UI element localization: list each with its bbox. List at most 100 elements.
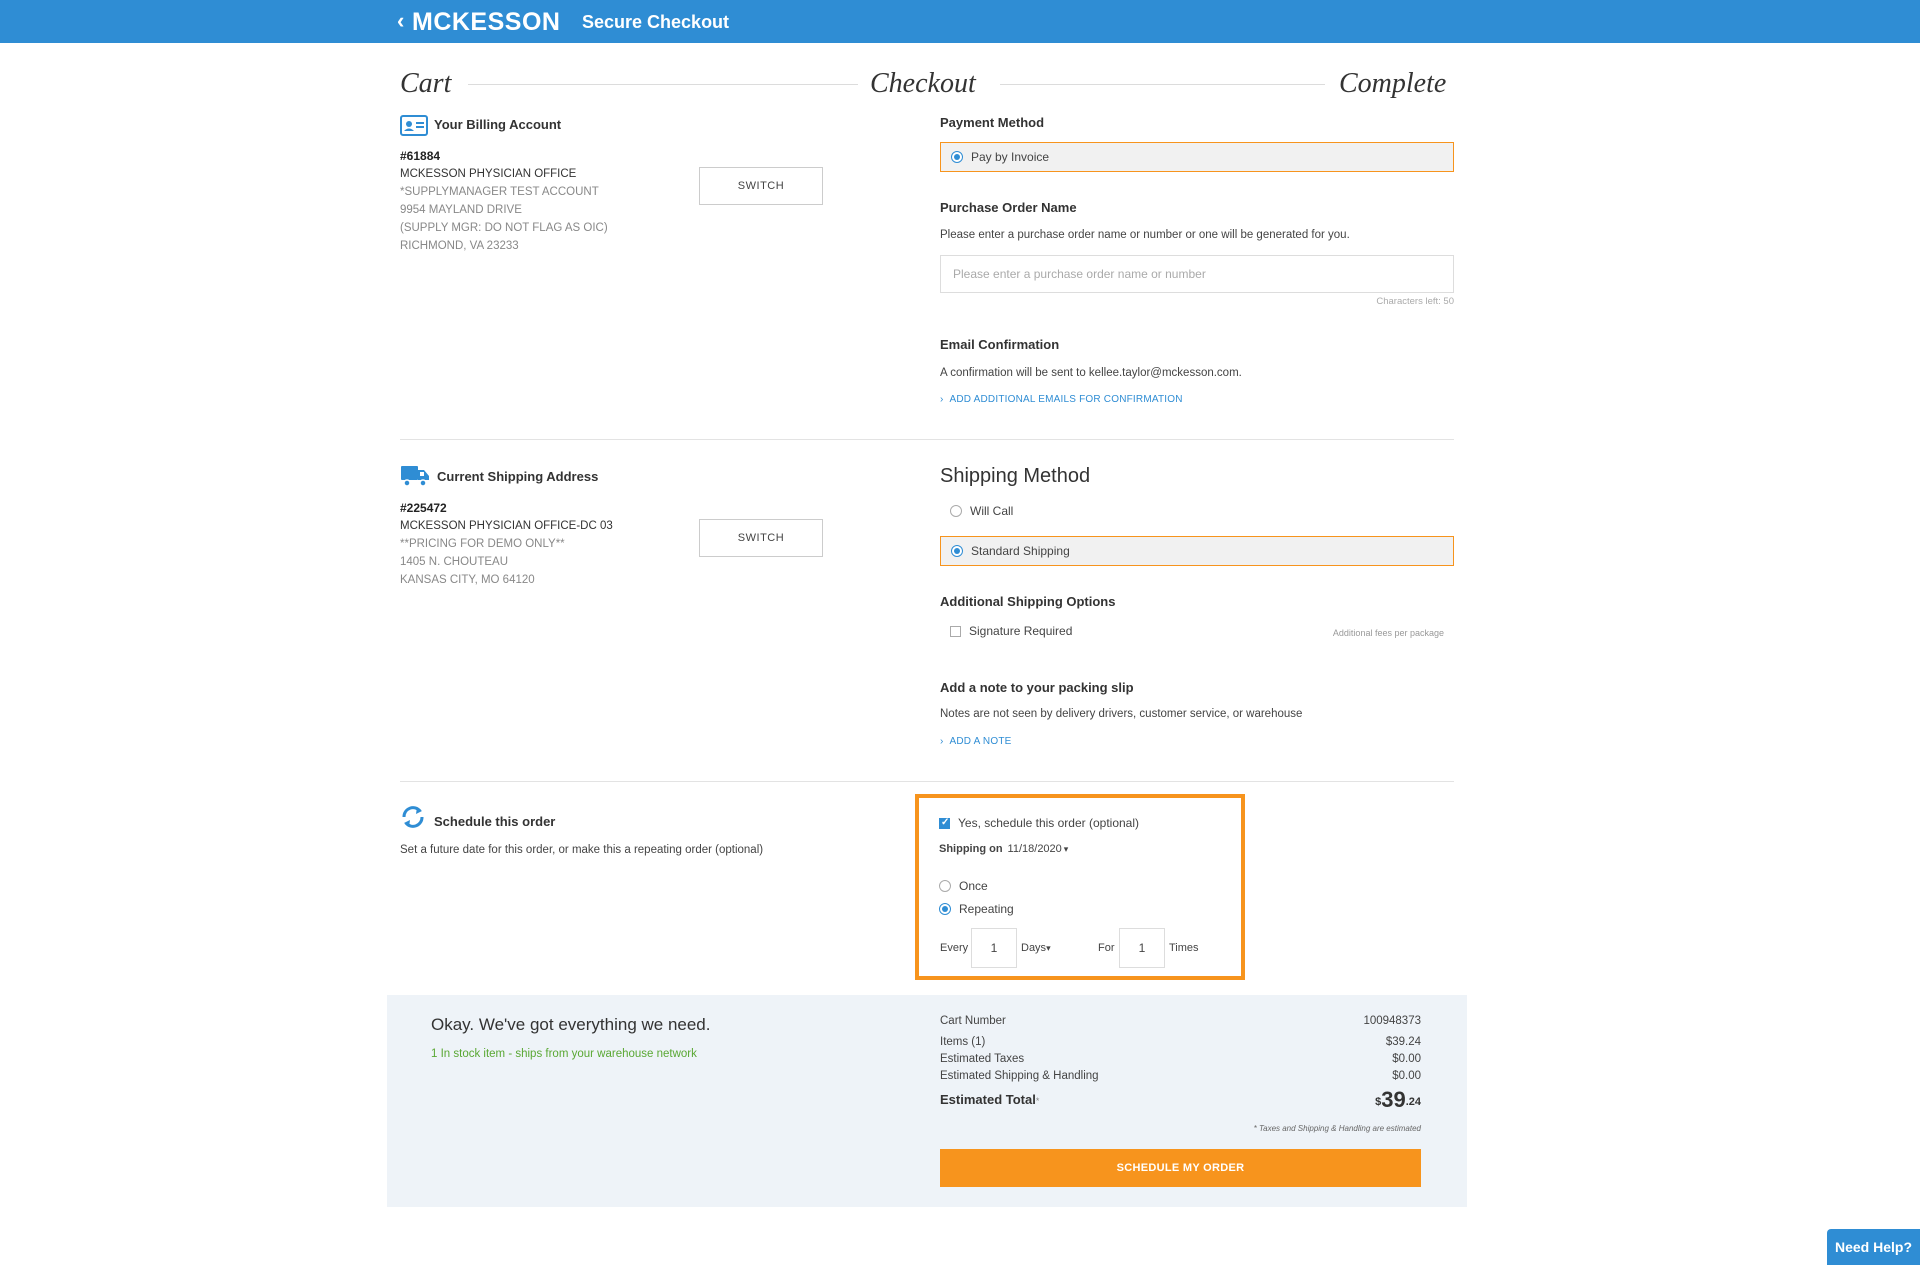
billing-line: *SUPPLYMANAGER TEST ACCOUNT: [400, 186, 599, 198]
for-label: For: [1098, 942, 1115, 954]
payment-option-label: Pay by Invoice: [971, 150, 1050, 164]
step-checkout: Checkout: [870, 68, 976, 99]
billing-account-number: #61884: [400, 149, 441, 163]
billing-line: MCKESSON PHYSICIAN OFFICE: [400, 168, 577, 180]
total-currency: $: [1375, 1096, 1382, 1108]
billing-line: RICHMOND, VA 23233: [400, 240, 519, 252]
estimated-total: Estimated Total* $39.24: [940, 1088, 1421, 1112]
mckesson-logo[interactable]: MCKESSON: [412, 8, 560, 36]
add-note-link[interactable]: › ADD A NOTE: [940, 735, 1012, 749]
summary-row: Items (1) $39.24: [940, 1034, 1421, 1050]
summary-row-value: 100948373: [1363, 1015, 1421, 1027]
refresh-icon: [400, 804, 426, 835]
truck-icon: [400, 464, 430, 493]
packing-slip-title: Add a note to your packing slip: [940, 680, 1134, 695]
step-cart: Cart: [400, 68, 452, 99]
email-text: A confirmation will be sent to kellee.ta…: [940, 367, 1242, 379]
billing-title: Your Billing Account: [434, 117, 562, 132]
times-label: Times: [1169, 942, 1199, 954]
top-bar: ‹ MCKESSON Secure Checkout: [0, 0, 1920, 43]
summary-row-value: $39.24: [1385, 1036, 1421, 1048]
radio-icon[interactable]: [950, 505, 962, 517]
payment-option-invoice[interactable]: Pay by Invoice: [940, 142, 1454, 172]
every-label: Every: [940, 942, 969, 954]
shipping-line: MCKESSON PHYSICIAN OFFICE-DC 03: [400, 520, 613, 532]
estimate-footnote: * Taxes and Shipping & Handling are esti…: [1253, 1124, 1421, 1133]
radio-selected-icon[interactable]: [951, 545, 963, 557]
shipping-option-standard[interactable]: Standard Shipping: [940, 536, 1454, 566]
radio-icon[interactable]: [939, 880, 951, 892]
switch-billing-button[interactable]: SWITCH: [699, 167, 823, 205]
shipping-option-label: Will Call: [970, 504, 1014, 518]
po-title: Purchase Order Name: [940, 200, 1077, 215]
shipping-account-number: #225472: [400, 501, 447, 515]
schedule-subtitle: Set a future date for this order, or mak…: [400, 844, 764, 856]
radio-selected-icon[interactable]: [939, 903, 951, 915]
schedule-yes-label: Yes, schedule this order (optional): [958, 816, 1139, 830]
step-divider: [468, 84, 858, 85]
additional-shipping-title: Additional Shipping Options: [940, 594, 1116, 609]
page-title: Secure Checkout: [582, 12, 730, 32]
summary-row-label: Estimated Shipping & Handling: [940, 1070, 1099, 1082]
interval-unit-select[interactable]: Days▾: [1021, 941, 1051, 955]
schedule-repeating-option[interactable]: Repeating: [939, 902, 1014, 916]
summary-heading: Okay. We've got everything we need.: [431, 1015, 711, 1034]
schedule-once-option[interactable]: Once: [939, 879, 988, 893]
shipping-on-row: Shipping on 11/18/2020 ▾: [939, 843, 1068, 855]
schedule-title: Schedule this order: [434, 814, 556, 829]
shipping-method-title: Shipping Method: [940, 465, 1091, 487]
for-count-input[interactable]: [1119, 928, 1165, 968]
payment-method-title: Payment Method: [940, 115, 1045, 130]
schedule-repeating-label: Repeating: [959, 902, 1014, 916]
total-cents: .24: [1405, 1096, 1421, 1108]
summary-row: Cart Number 100948373: [940, 1013, 1421, 1029]
billing-address: #61884 MCKESSON PHYSICIAN OFFICE *SUPPLY…: [400, 147, 608, 255]
summary-row-value: $0.00: [1392, 1070, 1421, 1082]
po-help-text: Please enter a purchase order name or nu…: [940, 229, 1350, 241]
summary-row-value: $0.00: [1392, 1053, 1421, 1065]
schedule-once-label: Once: [959, 879, 988, 893]
add-emails-link-label[interactable]: ADD ADDITIONAL EMAILS FOR CONFIRMATION: [950, 394, 1183, 405]
add-note-link-label[interactable]: ADD A NOTE: [950, 736, 1012, 747]
signature-required-option[interactable]: Signature Required: [950, 624, 1072, 638]
total-marker: *: [1035, 1096, 1040, 1106]
every-interval-input[interactable]: [971, 928, 1017, 968]
summary-row-label: Cart Number: [940, 1015, 1006, 1027]
chevron-down-icon[interactable]: ▾: [1046, 943, 1051, 953]
chevron-left-icon[interactable]: ‹: [397, 9, 404, 33]
chevron-down-icon[interactable]: ▾: [1064, 844, 1069, 855]
interval-unit-value[interactable]: Days: [1021, 942, 1046, 954]
switch-shipping-button[interactable]: SWITCH: [699, 519, 823, 557]
radio-selected-icon[interactable]: [951, 151, 963, 163]
checkbox-checked-icon[interactable]: [939, 817, 950, 829]
step-divider: [1000, 84, 1325, 85]
summary-row-label: Estimated Taxes: [940, 1053, 1025, 1065]
billing-line: 9954 MAYLAND DRIVE: [400, 204, 522, 216]
summary-row: Estimated Taxes $0.00: [940, 1051, 1421, 1067]
shipping-option-label: Standard Shipping: [971, 544, 1070, 558]
packing-slip-text: Notes are not seen by delivery drivers, …: [940, 708, 1303, 720]
shipping-line: 1405 N. CHOUTEAU: [400, 556, 509, 568]
schedule-yes-option[interactable]: Yes, schedule this order (optional): [939, 816, 1139, 830]
total-dollars: 39: [1381, 1087, 1406, 1112]
shipping-on-date-select[interactable]: 11/18/2020: [1008, 843, 1062, 855]
billing-line: (SUPPLY MGR: DO NOT FLAG AS OIC): [400, 222, 608, 234]
stock-note: 1 In stock item - ships from your wareho…: [431, 1048, 697, 1060]
total-label: Estimated Total: [940, 1092, 1036, 1107]
shipping-line: **PRICING FOR DEMO ONLY**: [400, 538, 565, 550]
shipping-option-will-call[interactable]: Will Call: [950, 504, 1013, 518]
summary-row-label: Items (1): [940, 1036, 986, 1048]
signature-required-label: Signature Required: [969, 624, 1073, 638]
po-chars-left: Characters left: 50: [1376, 296, 1454, 307]
schedule-my-order-button[interactable]: SCHEDULE MY ORDER: [940, 1149, 1421, 1187]
add-emails-link[interactable]: › ADD ADDITIONAL EMAILS FOR CONFIRMATION: [940, 393, 1183, 407]
section-divider: [400, 439, 1454, 440]
checkbox-icon[interactable]: [950, 625, 961, 637]
need-help-button[interactable]: Need Help?: [1827, 1229, 1920, 1265]
po-name-input[interactable]: [940, 255, 1454, 293]
summary-row: Estimated Shipping & Handling $0.00: [940, 1068, 1421, 1084]
section-divider: [400, 781, 1454, 782]
email-title: Email Confirmation: [940, 337, 1060, 352]
shipping-address: #225472 MCKESSON PHYSICIAN OFFICE-DC 03 …: [400, 499, 613, 589]
shipping-on-label: Shipping on: [939, 843, 1003, 855]
